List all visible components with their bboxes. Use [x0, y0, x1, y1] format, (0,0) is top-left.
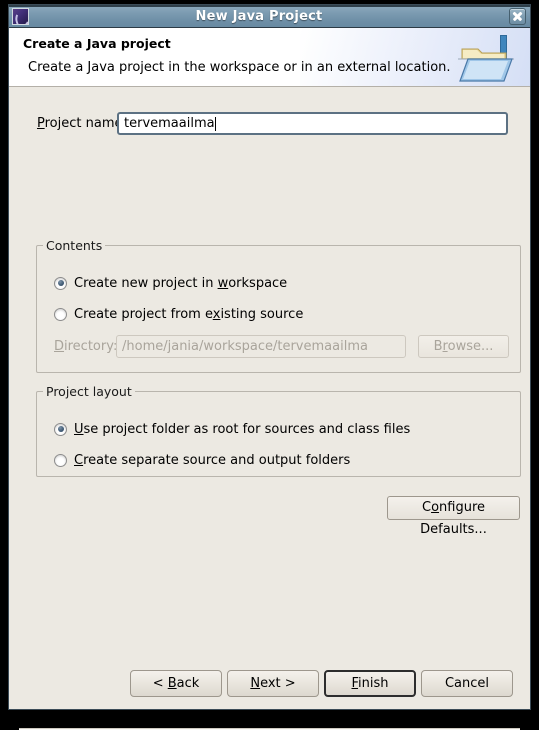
contents-group-legend: Contents [43, 238, 106, 253]
radio-label: Create separate source and output folder… [74, 452, 351, 468]
window-titlebar[interactable]: New Java Project [9, 5, 530, 28]
wizard-header-title: Create a Java project [23, 36, 171, 51]
project-name-value: tervemaailma [124, 116, 215, 131]
dialog-button-bar: < Back Next > Finish Cancel [9, 669, 530, 697]
radio-create-separate-source-and-output-folders[interactable]: Create separate source and output folder… [54, 451, 350, 469]
back-button[interactable]: < Back [130, 669, 222, 697]
radio-create-new-project-in-workspace[interactable]: Create new project in workspace [54, 274, 287, 292]
project-name-input[interactable]: tervemaailma [117, 112, 508, 135]
project-name-row: Project name: tervemaailma [9, 112, 530, 136]
titlebar-top-shade [9, 5, 530, 7]
radio-indicator [54, 453, 67, 467]
next-button[interactable]: Next > [227, 669, 319, 697]
project-name-label: Project name: [37, 116, 127, 131]
radio-label: Create project from existing source [74, 306, 304, 322]
project-layout-group-legend: Project layout [43, 384, 135, 399]
radio-use-project-folder-as-root[interactable]: Use project folder as root for sources a… [54, 420, 410, 438]
text-caret [214, 116, 216, 131]
eclipse-icon [12, 7, 29, 25]
wizard-header: Create a Java project Create a Java proj… [9, 28, 530, 87]
finish-button[interactable]: Finish [324, 669, 416, 697]
window-title: New Java Project [195, 8, 323, 24]
directory-row: Directory: /home/jania/workspace/tervema… [54, 335, 509, 358]
java-project-folder-icon [458, 35, 514, 82]
radio-create-project-from-existing-source[interactable]: Create project from existing source [54, 305, 303, 323]
eclipse-swoosh-shape [13, 8, 28, 24]
directory-input: /home/jania/workspace/tervemaailma [116, 335, 406, 358]
browse-button: Browse... [418, 335, 509, 358]
wizard-header-description: Create a Java project in the workspace o… [28, 60, 451, 75]
radio-indicator [54, 422, 67, 436]
close-icon[interactable] [509, 7, 526, 25]
radio-label: Create new project in workspace [74, 275, 288, 291]
configure-defaults-button[interactable]: Configure Defaults... [387, 496, 520, 537]
new-java-project-dialog: New Java Project Create a Java project C… [8, 4, 531, 730]
cancel-button[interactable]: Cancel [421, 669, 513, 697]
project-layout-group: Project layout Use project folder as roo… [36, 384, 521, 477]
directory-label: Directory: [54, 339, 118, 354]
wizard-body: Project name: tervemaailma Contents Crea… [9, 87, 530, 730]
radio-indicator [54, 276, 67, 290]
radio-indicator [54, 307, 67, 321]
radio-label: Use project folder as root for sources a… [74, 421, 411, 437]
